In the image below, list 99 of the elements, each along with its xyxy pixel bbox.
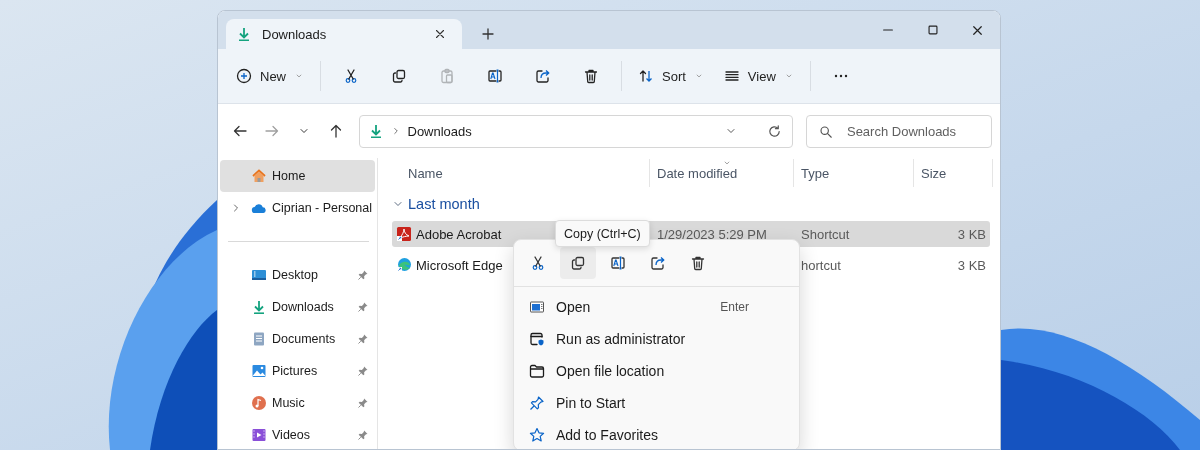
rename-icon <box>610 255 626 271</box>
close-icon <box>433 27 447 41</box>
tab-label: Downloads <box>262 26 328 42</box>
browser-shortcut-icon <box>396 257 412 273</box>
copy-button[interactable] <box>560 247 596 279</box>
video-icon <box>251 427 267 443</box>
search-field[interactable]: Search Downloads <box>805 114 992 148</box>
button-label: New <box>260 68 286 84</box>
sidebar-item[interactable]: Music <box>220 387 375 419</box>
refresh-icon <box>766 123 782 139</box>
maximize-icon <box>925 23 940 37</box>
share-icon <box>535 68 551 84</box>
group-label: Last month <box>408 196 480 212</box>
shortcut-hint: Enter <box>720 300 749 314</box>
group-header[interactable]: Last month <box>392 187 1000 221</box>
pin-icon <box>357 429 369 441</box>
date-cell: 1/29/2023 5:29 PM <box>657 226 767 242</box>
sidebar-label: Documents <box>272 332 336 346</box>
menu-item[interactable]: Pin to Start <box>514 387 799 419</box>
column-header[interactable]: Size <box>913 159 993 187</box>
size-cell: 3 KB <box>957 257 986 273</box>
copy-icon <box>570 255 586 271</box>
music-icon <box>251 395 267 411</box>
type-cell: hortcut <box>801 257 841 273</box>
menu-item[interactable]: Open Enter <box>514 291 799 323</box>
column-header[interactable]: Date modified <box>649 159 793 187</box>
sidebar-item[interactable]: Ciprian - Personal <box>220 192 375 224</box>
document-icon <box>251 331 267 347</box>
menu-item[interactable]: Open file location <box>514 355 799 387</box>
column-label: Type <box>801 165 830 181</box>
sidebar-label: Desktop <box>272 268 318 282</box>
scissors-icon <box>530 255 546 271</box>
pin-icon <box>357 301 369 313</box>
sidebar-label: Pictures <box>272 364 318 378</box>
column-label: Size <box>921 165 947 181</box>
new-button[interactable]: New <box>228 58 312 94</box>
column-label: Date modified <box>657 165 738 181</box>
sidebar-label: Home <box>272 169 306 183</box>
file-name: Adobe Acrobat <box>416 226 502 242</box>
file-row[interactable]: Microsoft Edge hortcut 3 KB <box>392 252 990 278</box>
file-name: Microsoft Edge <box>416 257 503 273</box>
shield-window-icon <box>529 331 545 347</box>
column-header[interactable]: Name <box>392 159 649 187</box>
forward-arrow-icon <box>263 123 280 139</box>
menu-label: Run as administrator <box>556 331 686 347</box>
picture-icon <box>251 363 267 379</box>
button-label: View <box>747 68 776 84</box>
rename-icon <box>487 68 503 84</box>
tooltip: Copy (Ctrl+C) <box>555 220 650 247</box>
menu-item[interactable]: Run as administrator <box>514 323 799 355</box>
sort-button[interactable]: Sort <box>630 58 712 94</box>
view-button[interactable]: View <box>715 58 802 94</box>
share-icon <box>650 255 666 271</box>
window-icon <box>529 299 545 315</box>
column-label: Name <box>408 165 443 181</box>
desktop-icon <box>251 267 267 283</box>
sidebar-label: Videos <box>272 428 310 442</box>
list-view-icon <box>723 68 740 84</box>
sidebar-item[interactable]: Pictures <box>220 355 375 387</box>
address-bar[interactable]: Downloads <box>358 114 793 148</box>
menu-item[interactable]: Add to Favorites <box>514 419 799 449</box>
plus-icon <box>480 26 496 42</box>
download-icon <box>236 26 252 42</box>
trash-icon <box>690 255 706 271</box>
plus-circle-icon <box>236 68 252 84</box>
sort-icon <box>638 68 654 84</box>
sidebar-item[interactable]: Desktop <box>220 259 375 291</box>
folder-icon <box>529 363 545 379</box>
sidebar-label: Music <box>272 396 305 410</box>
location-text: Downloads <box>407 123 473 139</box>
download-icon <box>251 299 267 315</box>
copy-icon <box>391 68 407 84</box>
pin-icon <box>529 395 545 411</box>
trash-icon <box>583 68 599 84</box>
sidebar-item[interactable]: Home <box>220 160 375 192</box>
type-cell: Shortcut <box>801 226 850 242</box>
pin-icon <box>357 269 369 281</box>
sidebar-label: Ciprian - Personal <box>272 201 373 215</box>
sidebar-label: Downloads <box>272 300 334 314</box>
menu-label: Add to Favorites <box>556 427 658 443</box>
sidebar-item[interactable]: Videos <box>220 419 375 449</box>
menu-label: Open <box>556 299 591 315</box>
document-shortcut-icon <box>396 226 412 242</box>
column-header[interactable]: Type <box>793 159 913 187</box>
size-cell: 3 KB <box>957 226 986 242</box>
tab[interactable]: Downloads <box>226 19 462 49</box>
sidebar-item[interactable]: Downloads <box>220 291 375 323</box>
house-icon <box>251 168 267 184</box>
clipboard-icon <box>439 68 455 84</box>
pin-icon <box>357 333 369 345</box>
menu-label: Pin to Start <box>556 395 626 411</box>
pin-icon <box>357 365 369 377</box>
scissors-icon <box>343 68 359 84</box>
pin-icon <box>357 397 369 409</box>
star-icon <box>529 427 545 443</box>
menu-label: Open file location <box>556 363 665 379</box>
sidebar-item[interactable]: Documents <box>220 323 375 355</box>
button-label: Sort <box>662 68 686 84</box>
back-arrow-icon <box>231 123 248 139</box>
